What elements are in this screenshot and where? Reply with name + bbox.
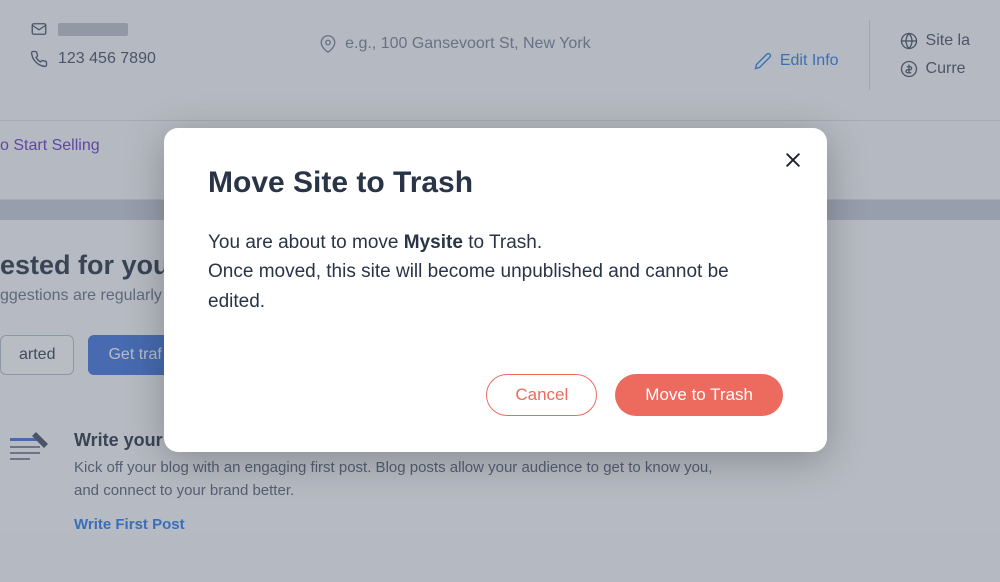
modal-body: You are about to move Mysite to Trash. O…: [208, 228, 783, 316]
close-icon: [783, 150, 803, 170]
cancel-button[interactable]: Cancel: [486, 374, 597, 416]
modal-actions: Cancel Move to Trash: [208, 374, 783, 416]
move-to-trash-modal: Move Site to Trash You are about to move…: [164, 128, 827, 452]
modal-title: Move Site to Trash: [208, 166, 783, 200]
close-button[interactable]: [783, 150, 803, 175]
modal-site-name: Mysite: [404, 232, 463, 253]
modal-line2: Once moved, this site will become unpubl…: [208, 261, 729, 311]
modal-line1-post: to Trash.: [463, 232, 542, 253]
modal-line1-pre: You are about to move: [208, 232, 404, 253]
move-to-trash-button[interactable]: Move to Trash: [615, 374, 783, 416]
